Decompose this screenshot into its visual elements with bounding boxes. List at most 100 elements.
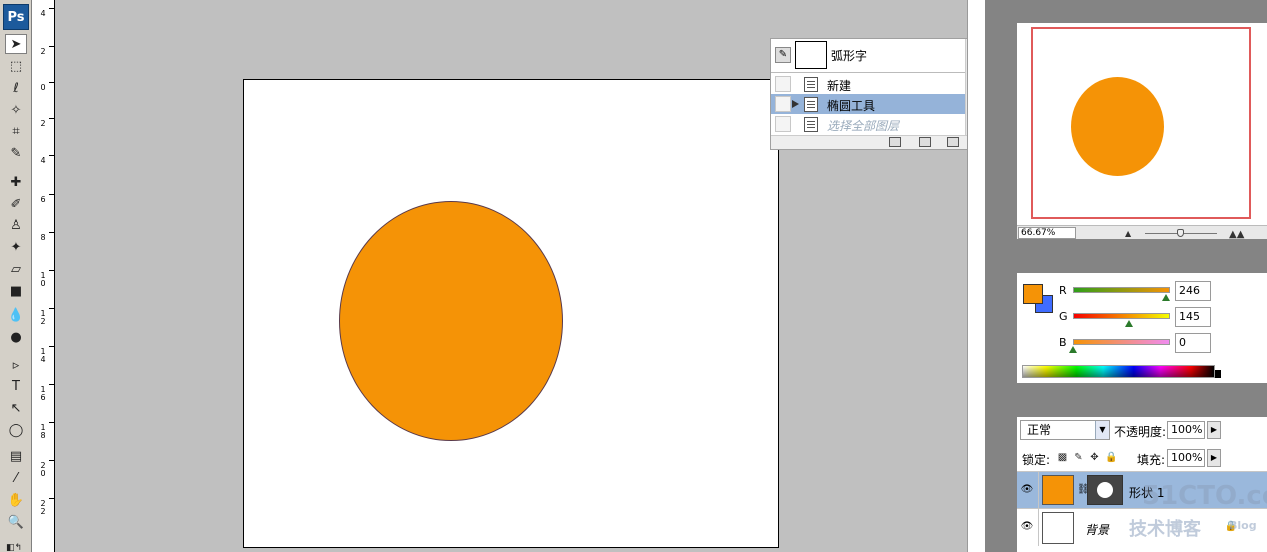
magic-wand-tool-icon[interactable]: ✧ — [5, 100, 27, 120]
color-spectrum-bar[interactable] — [1022, 365, 1215, 378]
blue-slider-marker-icon[interactable] — [1069, 346, 1077, 353]
history-item-new[interactable]: 新建 — [771, 74, 967, 94]
brush-tool-icon[interactable]: ✐ — [5, 194, 27, 214]
blend-mode-dropdown[interactable]: 正常 ▼ — [1020, 420, 1110, 440]
hand-tool-icon[interactable]: ✋ — [5, 490, 27, 510]
lock-label: 锁定: — [1022, 453, 1051, 467]
history-item-select-all-layers[interactable]: 选择全部图层 — [771, 114, 967, 134]
history-item-label: 新建 — [827, 79, 852, 93]
new-snapshot-icon[interactable] — [919, 137, 931, 147]
history-footer — [771, 135, 978, 149]
chevron-down-icon[interactable]: ▼ — [1095, 421, 1109, 439]
navigator-view-box[interactable] — [1031, 27, 1251, 219]
green-value-field[interactable]: 145 — [1175, 307, 1211, 327]
ruler-tick-label: 1 8 — [40, 423, 46, 440]
direct-selection-tool-icon[interactable]: ↖ — [5, 398, 27, 418]
ruler-tick-label: 8 — [40, 233, 46, 242]
history-item-ellipse-tool[interactable]: 椭圆工具 — [771, 94, 967, 114]
navigator-preview-shape — [1071, 77, 1164, 176]
eye-icon[interactable]: 👁 — [1020, 483, 1034, 497]
crop-tool-icon[interactable]: ⌗ — [5, 121, 27, 141]
marquee-tool-icon[interactable]: ⬚ — [5, 56, 27, 76]
blue-slider-track[interactable] — [1073, 339, 1170, 345]
history-brush-source-icon[interactable]: ✎ — [775, 47, 791, 63]
red-value-field[interactable]: 246 — [1175, 281, 1211, 301]
eye-icon[interactable]: 👁 — [1020, 520, 1034, 534]
fill-field[interactable]: 100% — [1167, 449, 1205, 467]
zoom-out-icon[interactable]: ▲ — [1125, 229, 1131, 238]
ruler-tick-mark — [49, 155, 54, 156]
red-slider-track[interactable] — [1073, 287, 1170, 293]
document-canvas[interactable] — [243, 79, 779, 548]
eraser-tool-icon[interactable]: ▱ — [5, 259, 27, 279]
vector-mask-thumbnail[interactable] — [1087, 475, 1123, 505]
ruler-tick-label: 6 — [40, 195, 46, 204]
visibility-divider — [1038, 509, 1039, 546]
blur-tool-icon[interactable]: 💧 — [5, 305, 27, 325]
lock-position-icon[interactable]: ✥ — [1089, 452, 1100, 463]
lock-pixels-icon[interactable]: ✎ — [1073, 452, 1084, 463]
green-slider-track[interactable] — [1073, 313, 1170, 319]
history-state-marker-icon[interactable] — [792, 100, 799, 108]
ruler-tick-mark — [49, 82, 54, 83]
history-source-box[interactable] — [775, 96, 791, 112]
red-channel-row: R 246 — [1059, 281, 1259, 303]
zoom-in-icon[interactable]: ▲▲ — [1229, 229, 1244, 240]
ruler-tick-mark — [49, 384, 54, 385]
blue-value-field[interactable]: 0 — [1175, 333, 1211, 353]
foreground-color-swatch[interactable] — [1023, 284, 1043, 304]
eyedropper-tool-icon[interactable]: ⁄ — [5, 468, 27, 488]
blend-mode-value: 正常 — [1027, 423, 1052, 437]
lock-transparency-icon[interactable]: ▩ — [1057, 452, 1068, 463]
history-source-box[interactable] — [775, 116, 791, 132]
trash-icon[interactable] — [947, 137, 959, 147]
ruler-tick-label: 2 — [40, 47, 46, 56]
ruler-tick-mark — [49, 194, 54, 195]
ruler-tick-label: 2 0 — [40, 461, 46, 478]
layer-name: 背景 — [1085, 523, 1110, 537]
history-brush-tool-icon[interactable]: ✦ — [5, 237, 27, 257]
opacity-arrow-icon[interactable]: ▶ — [1207, 421, 1221, 439]
lasso-tool-icon[interactable]: ℓ — [5, 78, 27, 98]
ruler-tick-mark — [49, 46, 54, 47]
blue-channel-row: B 0 — [1059, 333, 1259, 355]
history-snapshot[interactable]: ✎ 弧形字 — [771, 39, 967, 73]
healing-brush-tool-icon[interactable]: ✚ — [5, 172, 27, 192]
new-document-from-state-icon[interactable] — [889, 137, 901, 147]
ellipse-tool-icon[interactable]: ◯ — [5, 420, 27, 440]
swap-colors-icon[interactable]: ◧↰ — [3, 538, 25, 552]
opacity-field[interactable]: 100% — [1167, 421, 1205, 439]
snapshot-name: 弧形字 — [831, 49, 868, 63]
ruler-tick-label: 2 2 — [40, 499, 46, 516]
ruler-tick-mark — [49, 422, 54, 423]
history-source-box[interactable] — [775, 76, 791, 92]
ruler-tick-mark — [49, 8, 54, 9]
red-slider-marker-icon[interactable] — [1162, 294, 1170, 301]
history-item-label: 椭圆工具 — [827, 99, 876, 113]
path-selection-tool-icon[interactable]: ▹ — [5, 355, 27, 375]
snapshot-thumbnail — [795, 41, 827, 69]
ruler-tick-label: 2 — [40, 119, 46, 128]
visibility-divider — [1038, 472, 1039, 509]
navigator-panel: 66.67% ▲ ▲▲ — [1017, 23, 1267, 240]
dodge-tool-icon[interactable]: ● — [5, 327, 27, 347]
clone-stamp-tool-icon[interactable]: ♙ — [5, 215, 27, 235]
orange-ellipse-shape[interactable] — [339, 201, 563, 441]
zoom-field[interactable]: 66.67% — [1018, 227, 1076, 239]
lock-all-icon[interactable]: 🔒 — [1105, 452, 1117, 463]
move-tool-icon[interactable]: ➤ — [5, 34, 27, 54]
navigator-zoom-bar: 66.67% ▲ ▲▲ — [1017, 225, 1267, 240]
green-slider-marker-icon[interactable] — [1125, 320, 1133, 327]
ruler-tick-mark — [49, 346, 54, 347]
notes-tool-icon[interactable]: ▤ — [5, 446, 27, 466]
zoom-slider-knob[interactable] — [1177, 229, 1184, 237]
black-swatch[interactable] — [1215, 370, 1221, 378]
channel-label: G — [1059, 310, 1068, 323]
type-tool-icon[interactable]: T — [5, 376, 27, 396]
slice-tool-icon[interactable]: ✎ — [5, 143, 27, 163]
zoom-tool-icon[interactable]: 🔍 — [5, 512, 27, 532]
vertical-ruler: 4 2 0 2 4 6 8 1 0 1 2 1 4 1 6 1 8 2 0 2 2 — [38, 0, 55, 552]
color-panel: R 246 G 145 B 0 — [1017, 273, 1267, 383]
gradient-tool-icon[interactable]: ■ — [5, 281, 27, 301]
fill-arrow-icon[interactable]: ▶ — [1207, 449, 1221, 467]
